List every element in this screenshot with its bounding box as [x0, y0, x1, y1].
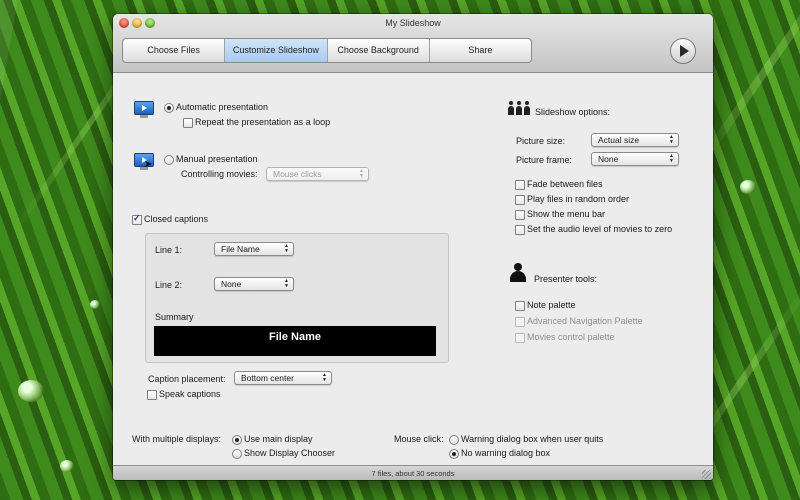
- status-text: 7 files, about 30 seconds: [371, 469, 455, 478]
- use-main-display-label: Use main display: [244, 434, 313, 444]
- line1-label: Line 1:: [155, 245, 183, 255]
- advanced-navigation-checkbox[interactable]: [515, 317, 525, 327]
- summary-label: Summary: [155, 312, 194, 322]
- audio-zero-checkbox[interactable]: [515, 225, 525, 235]
- picture-frame-label: Picture frame:: [516, 155, 573, 165]
- presenter-tools-heading: Presenter tools:: [534, 274, 598, 284]
- play-button[interactable]: [670, 38, 696, 64]
- warning-dialog-label: Warning dialog box when user quits: [461, 434, 604, 444]
- stepper-arrows-icon: ▲ ▼: [284, 278, 289, 289]
- loop-checkbox[interactable]: [183, 118, 193, 128]
- speak-captions-label: Speak captions: [159, 389, 221, 399]
- app-window: My Slideshow Choose Files Customize Slid…: [113, 14, 713, 480]
- mouse-click-label: Mouse click:: [394, 434, 444, 444]
- multiple-displays-label: With multiple displays:: [132, 434, 222, 444]
- random-order-checkbox[interactable]: [515, 195, 525, 205]
- display-chooser-radio[interactable]: [232, 449, 242, 459]
- controlling-movies-label: Controlling movies:: [181, 169, 258, 179]
- menu-bar-label: Show the menu bar: [527, 209, 606, 219]
- display-chooser-label: Show Display Chooser: [244, 448, 336, 458]
- stepper-arrows-icon: ▲ ▼: [284, 243, 289, 254]
- slideshow-options-heading: Slideshow options:: [535, 107, 611, 117]
- random-order-label: Play files in random order: [527, 194, 630, 204]
- water-drop: [90, 300, 100, 309]
- status-bar: 7 files, about 30 seconds: [113, 465, 713, 480]
- manual-presentation-label: Manual presentation: [176, 154, 258, 164]
- movies-control-label: Movies control palette: [527, 332, 615, 342]
- tab-choose-background[interactable]: Choose Background: [328, 39, 430, 62]
- speak-captions-checkbox[interactable]: [147, 390, 157, 400]
- stepper-arrows-icon: ▲ ▼: [322, 372, 327, 383]
- line1-value: File Name: [221, 244, 260, 254]
- manual-presentation-icon: ➤: [134, 153, 154, 171]
- picture-frame-value: None: [598, 154, 619, 164]
- play-icon: [680, 45, 689, 57]
- fade-checkbox[interactable]: [515, 180, 525, 190]
- loop-label: Repeat the presentation as a loop: [195, 117, 331, 127]
- caption-preview: File Name: [154, 326, 436, 356]
- step-tabs: Choose Files Customize Slideshow Choose …: [122, 38, 532, 63]
- line2-label: Line 2:: [155, 280, 183, 290]
- automatic-presentation-label: Automatic presentation: [176, 102, 269, 112]
- window-title: My Slideshow: [385, 18, 441, 28]
- presenter-tools-icon: [508, 263, 528, 283]
- no-warning-radio[interactable]: [449, 449, 459, 459]
- automatic-presentation-icon: [134, 101, 154, 119]
- stepper-arrows-icon: ▲ ▼: [669, 134, 674, 145]
- resize-grip-icon[interactable]: [702, 470, 711, 479]
- note-palette-label: Note palette: [527, 300, 576, 310]
- closed-captions-label: Closed captions: [144, 214, 209, 224]
- line2-select[interactable]: None ▲ ▼: [214, 277, 294, 291]
- automatic-presentation-radio[interactable]: [164, 103, 174, 113]
- advanced-navigation-label: Advanced Navigation Palette: [527, 316, 643, 326]
- stepper-arrows-icon: ▲ ▼: [359, 168, 364, 179]
- line2-value: None: [221, 279, 242, 289]
- picture-size-label: Picture size:: [516, 136, 566, 146]
- line1-select[interactable]: File Name ▲ ▼: [214, 242, 294, 256]
- caption-placement-value: Bottom center: [241, 373, 294, 383]
- main-content: Automatic presentation Repeat the presen…: [113, 73, 713, 465]
- picture-frame-select[interactable]: None ▲ ▼: [591, 152, 679, 166]
- picture-size-select[interactable]: Actual size ▲ ▼: [591, 133, 679, 147]
- tab-choose-files[interactable]: Choose Files: [123, 39, 226, 62]
- picture-size-value: Actual size: [598, 135, 640, 145]
- slideshow-options-icon: [508, 101, 530, 115]
- caption-placement-select[interactable]: Bottom center ▲ ▼: [234, 371, 332, 385]
- movies-control-checkbox[interactable]: [515, 333, 525, 343]
- caption-placement-label: Caption placement:: [148, 374, 226, 384]
- tab-customize-slideshow[interactable]: Customize Slideshow: [225, 39, 328, 62]
- use-main-display-radio[interactable]: [232, 435, 242, 445]
- water-drop: [60, 460, 74, 472]
- water-drop: [18, 380, 44, 402]
- water-drop: [740, 180, 756, 194]
- manual-presentation-radio[interactable]: [164, 155, 174, 165]
- stepper-arrows-icon: ▲ ▼: [669, 153, 674, 164]
- menu-bar-checkbox[interactable]: [515, 210, 525, 220]
- captions-group: Line 1: File Name ▲ ▼ Line 2: None ▲ ▼ Sum…: [145, 233, 449, 363]
- no-warning-label: No warning dialog box: [461, 448, 551, 458]
- closed-captions-checkbox[interactable]: [132, 213, 142, 225]
- controlling-movies-select[interactable]: Mouse clicks ▲ ▼: [266, 167, 369, 181]
- title-bar: My Slideshow Choose Files Customize Slid…: [113, 14, 713, 73]
- controlling-movies-value: Mouse clicks: [273, 169, 322, 179]
- tab-share[interactable]: Share: [430, 39, 531, 62]
- audio-zero-label: Set the audio level of movies to zero: [527, 224, 673, 234]
- fade-label: Fade between files: [527, 179, 603, 189]
- cursor-icon: ➤: [144, 159, 153, 170]
- note-palette-checkbox[interactable]: [515, 301, 525, 311]
- warning-dialog-radio[interactable]: [449, 435, 459, 445]
